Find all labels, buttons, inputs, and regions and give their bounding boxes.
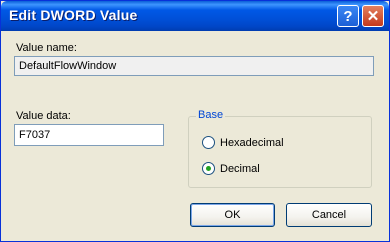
base-group-legend: Base xyxy=(196,109,226,121)
radio-button-decimal[interactable] xyxy=(202,162,215,175)
close-icon: ✕ xyxy=(366,8,380,25)
radio-selected-dot xyxy=(206,166,211,171)
value-data-input[interactable]: F7037 xyxy=(14,124,164,146)
dialog-title: Edit DWORD Value xyxy=(9,7,138,23)
radio-button-hexadecimal[interactable] xyxy=(202,136,215,149)
radio-hexadecimal[interactable]: Hexadecimal xyxy=(202,136,284,149)
help-icon: ? xyxy=(343,7,353,25)
radio-decimal[interactable]: Decimal xyxy=(202,162,260,175)
title-bar[interactable]: Edit DWORD Value ? ✕ xyxy=(1,1,389,31)
base-group xyxy=(188,116,372,188)
value-name-field: DefaultFlowWindow xyxy=(14,56,374,76)
radio-label-hexadecimal: Hexadecimal xyxy=(220,136,284,149)
close-button[interactable]: ✕ xyxy=(362,5,384,27)
radio-label-decimal: Decimal xyxy=(220,162,260,175)
cancel-button[interactable]: Cancel xyxy=(286,203,372,227)
value-name-label: Value name: xyxy=(16,42,77,54)
ok-button[interactable]: OK xyxy=(190,203,275,227)
help-button[interactable]: ? xyxy=(337,5,359,27)
value-data-label: Value data: xyxy=(16,110,71,122)
